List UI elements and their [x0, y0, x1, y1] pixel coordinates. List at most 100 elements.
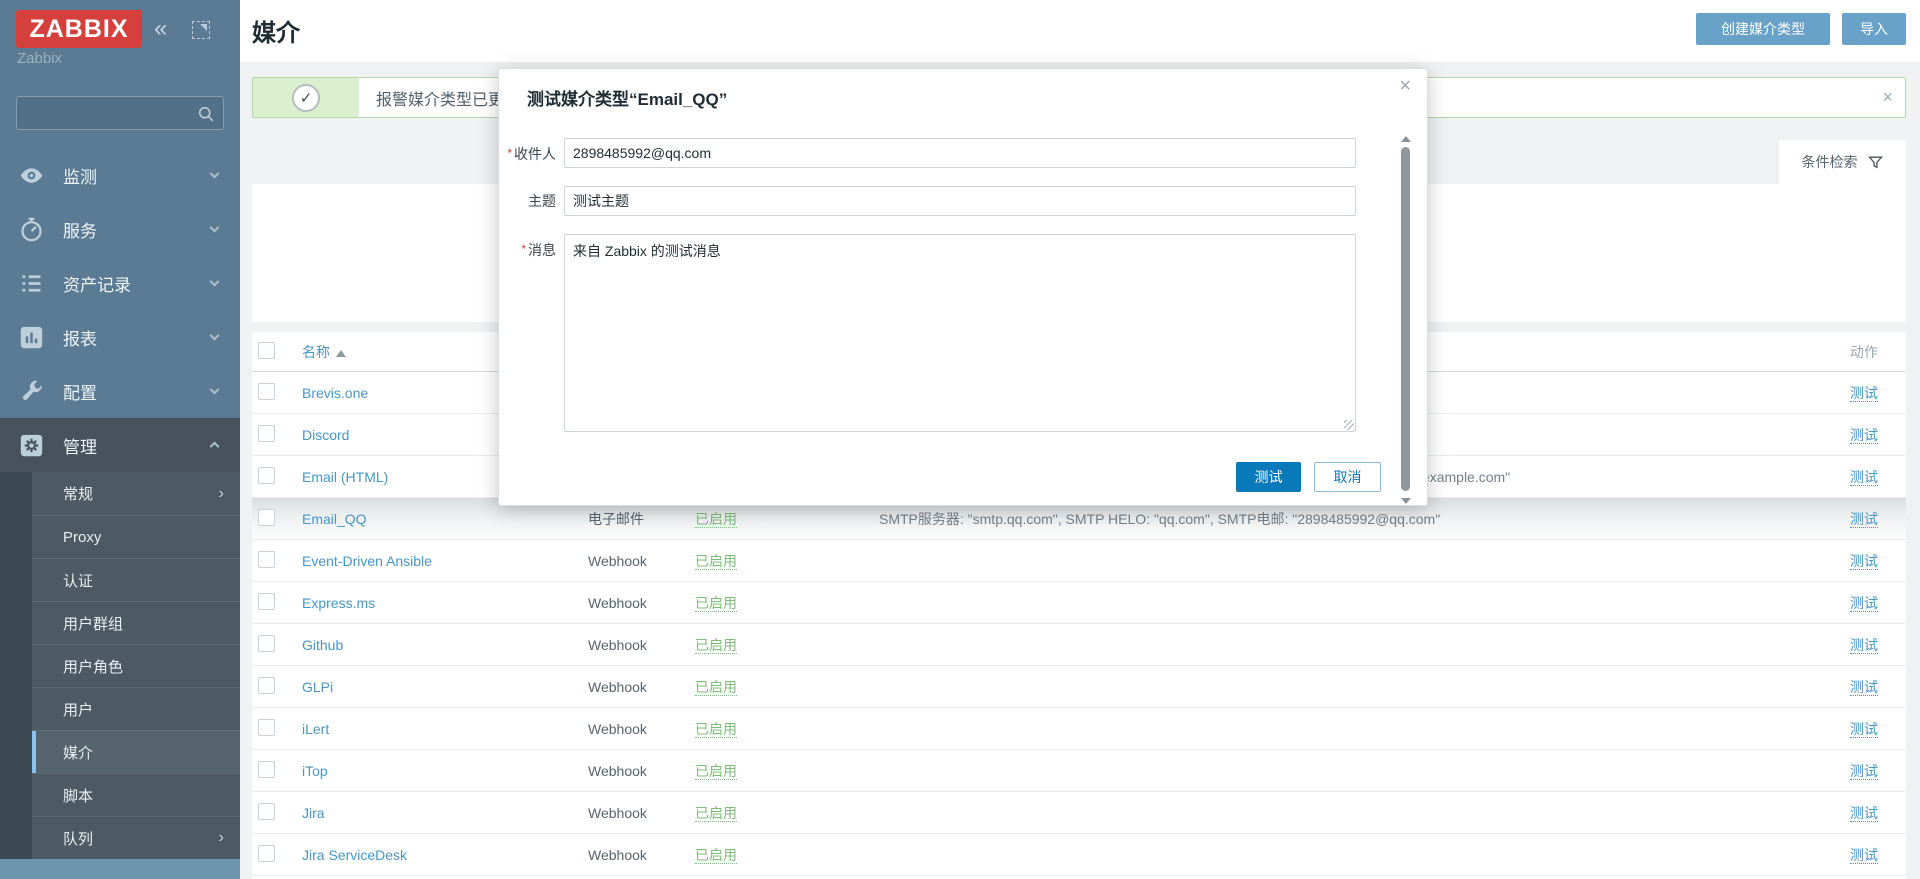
test-link[interactable]: 测试 — [1850, 427, 1878, 444]
table-row: GLPi Webhook 已启用 测试 — [252, 666, 1906, 708]
sidebar-subitem[interactable]: 用户 — [32, 687, 240, 730]
kiosk-mode-icon[interactable] — [192, 21, 210, 39]
row-checkbox[interactable] — [258, 635, 275, 652]
media-type-status-link[interactable]: 已启用 — [695, 595, 737, 612]
scrollbar-thumb[interactable] — [1401, 147, 1410, 491]
media-type-status-link[interactable]: 已启用 — [695, 847, 737, 864]
textarea-resize-handle[interactable] — [1344, 420, 1354, 430]
action-column-header: 动作 — [1816, 342, 1906, 362]
chevron-right-icon: › — [219, 829, 224, 847]
media-type-name-link[interactable]: Brevis.one — [302, 385, 368, 401]
sidebar-item[interactable]: 报表 — [0, 310, 240, 364]
create-media-type-button[interactable]: 创建媒介类型 — [1696, 13, 1830, 45]
chevron-down-icon — [210, 223, 220, 233]
sidebar-subitem[interactable]: 用户角色 — [32, 644, 240, 687]
chevron-right-icon: › — [219, 485, 224, 503]
test-link[interactable]: 测试 — [1850, 511, 1878, 528]
media-type-type: Webhook — [588, 553, 695, 569]
sidebar-subitem[interactable]: Proxy — [32, 515, 240, 558]
wrench-icon — [18, 378, 45, 405]
funnel-icon — [1867, 154, 1884, 171]
media-type-status-link[interactable]: 已启用 — [695, 553, 737, 570]
row-checkbox[interactable] — [258, 845, 275, 862]
sidebar-subitem[interactable]: 用户群组 — [32, 601, 240, 644]
scroll-up-icon[interactable] — [1401, 136, 1411, 142]
sidebar-item[interactable]: 监测 — [0, 148, 240, 202]
test-link[interactable]: 测试 — [1850, 805, 1878, 822]
row-checkbox[interactable] — [258, 677, 275, 694]
subject-label: 主题 — [499, 186, 556, 216]
test-link[interactable]: 测试 — [1850, 469, 1878, 486]
sidebar-item[interactable]: 服务 — [0, 202, 240, 256]
row-checkbox[interactable] — [258, 509, 275, 526]
media-type-name-link[interactable]: Github — [302, 637, 343, 653]
sidebar-collapse-icon[interactable]: « — [154, 12, 167, 46]
message-textarea[interactable]: 来自 Zabbix 的测试消息 — [564, 234, 1356, 432]
media-type-name-link[interactable]: Event-Driven Ansible — [302, 553, 432, 569]
sidebar-item[interactable]: 配置 — [0, 364, 240, 418]
row-checkbox[interactable] — [258, 761, 275, 778]
media-type-status-link[interactable]: 已启用 — [695, 805, 737, 822]
dialog-scrollbar[interactable] — [1399, 134, 1412, 506]
select-all-checkbox[interactable] — [258, 342, 275, 359]
test-link[interactable]: 测试 — [1850, 763, 1878, 780]
media-type-name-link[interactable]: Jira — [302, 805, 325, 821]
search-icon[interactable] — [196, 104, 216, 124]
media-type-name-link[interactable]: GLPi — [302, 679, 333, 695]
filter-tab[interactable]: 条件检索 — [1779, 140, 1906, 184]
test-link[interactable]: 测试 — [1850, 679, 1878, 696]
media-type-status-link[interactable]: 已启用 — [695, 637, 737, 654]
sidebar-item[interactable]: 管理 — [0, 418, 240, 472]
test-link[interactable]: 测试 — [1850, 595, 1878, 612]
row-checkbox[interactable] — [258, 551, 275, 568]
banner-close-icon[interactable]: × — [1882, 87, 1893, 108]
media-type-status-link[interactable]: 已启用 — [695, 721, 737, 738]
row-checkbox[interactable] — [258, 467, 275, 484]
test-link[interactable]: 测试 — [1850, 637, 1878, 654]
media-type-status-link[interactable]: 已启用 — [695, 511, 737, 528]
row-checkbox[interactable] — [258, 593, 275, 610]
scroll-down-icon[interactable] — [1401, 498, 1411, 504]
name-column-header[interactable]: 名称 — [302, 344, 330, 360]
test-button[interactable]: 测试 — [1236, 462, 1301, 492]
recipient-label: *收件人 — [499, 138, 556, 169]
media-type-name-link[interactable]: Express.ms — [302, 595, 375, 611]
sidebar-subitem[interactable]: 常规 › — [32, 472, 240, 515]
test-link[interactable]: 测试 — [1850, 721, 1878, 738]
gear-icon — [18, 432, 45, 459]
test-link[interactable]: 测试 — [1850, 385, 1878, 402]
sidebar-subitem[interactable]: 认证 — [32, 558, 240, 601]
cancel-button[interactable]: 取消 — [1314, 462, 1381, 492]
page-header: 媒介 创建媒介类型 导入 — [240, 0, 1920, 62]
media-type-name-link[interactable]: Discord — [302, 427, 349, 443]
import-button[interactable]: 导入 — [1842, 13, 1906, 45]
test-link[interactable]: 测试 — [1850, 847, 1878, 864]
recipient-input[interactable] — [564, 138, 1356, 168]
media-type-name-link[interactable]: iLert — [302, 721, 329, 737]
sidebar-subitem[interactable]: 队列 › — [32, 816, 240, 859]
subject-input[interactable] — [564, 186, 1356, 216]
media-type-status-link[interactable]: 已启用 — [695, 763, 737, 780]
row-checkbox[interactable] — [258, 719, 275, 736]
required-asterisk: * — [507, 146, 512, 160]
table-row: Express.ms Webhook 已启用 测试 — [252, 582, 1906, 624]
search-input[interactable] — [23, 97, 191, 129]
zabbix-logo[interactable]: ZABBIX — [16, 10, 142, 48]
sidebar-item[interactable]: 资产记录 — [0, 256, 240, 310]
media-type-name-link[interactable]: Email_QQ — [302, 511, 367, 527]
media-type-name-link[interactable]: Email (HTML) — [302, 469, 388, 485]
chevron-down-icon — [210, 331, 220, 341]
list-icon — [18, 270, 45, 297]
row-checkbox[interactable] — [258, 425, 275, 442]
row-checkbox[interactable] — [258, 803, 275, 820]
media-type-status-link[interactable]: 已启用 — [695, 679, 737, 696]
row-checkbox[interactable] — [258, 383, 275, 400]
sidebar-subitem[interactable]: 媒介 — [32, 730, 240, 773]
table-row: Github Webhook 已启用 测试 — [252, 624, 1906, 666]
page-title: 媒介 — [252, 13, 300, 48]
media-type-name-link[interactable]: Jira ServiceDesk — [302, 847, 407, 863]
media-type-name-link[interactable]: iTop — [302, 763, 328, 779]
dialog-close-icon[interactable]: × — [1399, 75, 1411, 98]
sidebar-subitem[interactable]: 脚本 — [32, 773, 240, 816]
test-link[interactable]: 测试 — [1850, 553, 1878, 570]
